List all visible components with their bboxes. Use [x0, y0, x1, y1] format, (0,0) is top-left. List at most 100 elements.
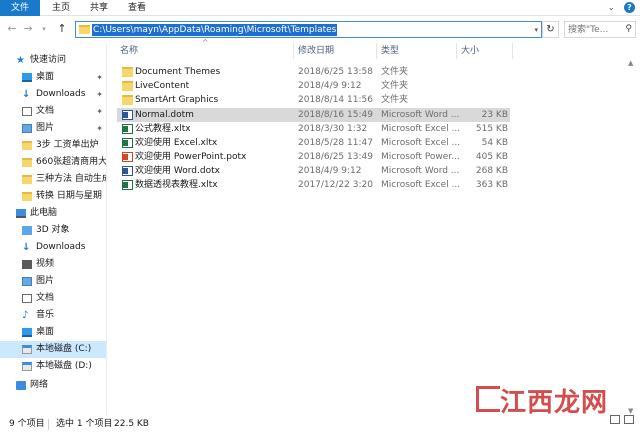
recent-locations-chevron-icon[interactable]: ▾	[37, 22, 51, 36]
expand-ribbon-chevron-icon[interactable]: ⌄	[608, 3, 618, 13]
watermark-logo: 江西龙网	[476, 380, 618, 420]
file-row[interactable]: 数据透视表教程.xltx 2017/12/22 3:20 Microsoft E…	[117, 178, 510, 192]
folder-icon	[122, 95, 133, 105]
nav-label: 网络	[30, 380, 49, 390]
file-date: 2018/8/14 11:56	[298, 95, 373, 105]
nav-label: Downloads	[36, 89, 86, 99]
column-header-date[interactable]: 修改日期	[298, 43, 334, 59]
nav-item-drive-d[interactable]: 本地磁盘 (D:)	[0, 358, 106, 375]
file-name: 欢迎使用 Excel.xltx	[135, 138, 218, 148]
file-row[interactable]: 欢迎使用 Excel.xltx 2018/5/28 11:47 Microsof…	[117, 136, 510, 150]
nav-item-folder[interactable]: 三种方法 自动生成	[0, 171, 106, 188]
details-view-icon[interactable]	[610, 415, 620, 424]
column-header-type[interactable]: 类型	[381, 43, 399, 59]
nav-this-pc[interactable]: 此电脑	[0, 205, 106, 222]
file-row[interactable]: 公式教程.xltx 2018/3/30 1:32 Microsoft Excel…	[117, 122, 510, 136]
folder-icon	[22, 175, 32, 184]
nav-label: 3步 工资单出炉	[36, 140, 99, 150]
file-date: 2018/4/9 9:12	[298, 81, 362, 91]
file-size: 23 KB	[481, 110, 508, 120]
tab-view[interactable]: 查看	[118, 0, 156, 16]
scroll-up-arrow-icon[interactable]: ▲	[628, 59, 633, 67]
up-arrow-icon[interactable]: ↑	[55, 22, 69, 36]
nav-item-folder[interactable]: 3步 工资单出炉	[0, 137, 106, 154]
star-icon: ★	[16, 55, 25, 66]
file-row[interactable]: 欢迎使用 Word.dotx 2018/4/9 9:12 Microsoft W…	[117, 164, 510, 178]
document-icon	[22, 107, 32, 116]
nav-label: 桌面	[36, 327, 55, 337]
download-arrow-icon: ↓	[22, 242, 31, 253]
excel-document-icon	[122, 180, 133, 190]
file-type: Microsoft Excel ...	[381, 180, 461, 190]
nav-item-3d-objects[interactable]: 3D 对象	[0, 222, 106, 239]
watermark-text: 江西龙网	[500, 388, 609, 418]
large-icons-view-icon[interactable]	[624, 415, 634, 424]
word-document-icon	[122, 166, 133, 176]
file-name: SmartArt Graphics	[135, 95, 219, 105]
file-name: LiveContent	[135, 81, 190, 91]
nav-label: 本地磁盘 (C:)	[36, 344, 92, 354]
file-type: Microsoft Excel ...	[381, 138, 461, 148]
column-header-size[interactable]: 大小	[461, 43, 479, 59]
tab-share[interactable]: 共享	[80, 0, 118, 16]
search-box[interactable]: ⚲	[564, 21, 636, 38]
file-date: 2018/6/25 13:49	[298, 152, 373, 162]
nav-item-desktop-pc[interactable]: 桌面	[0, 324, 106, 341]
pin-icon: ✦	[96, 90, 103, 99]
search-input[interactable]	[568, 23, 623, 36]
pictures-icon	[22, 277, 32, 286]
column-divider[interactable]	[512, 43, 513, 59]
address-dropdown-chevron-icon[interactable]: ▾	[534, 24, 538, 36]
nav-item-downloads[interactable]: ↓ Downloads ✦	[0, 86, 106, 103]
column-divider[interactable]	[376, 43, 377, 59]
nav-item-desktop[interactable]: 桌面 ✦	[0, 69, 106, 86]
file-type: Microsoft Power...	[381, 152, 460, 162]
tab-home[interactable]: 主页	[42, 0, 80, 16]
nav-item-music[interactable]: ♪ 音乐	[0, 307, 106, 324]
nav-item-folder[interactable]: 660张超清商用大图	[0, 154, 106, 171]
search-icon[interactable]: ⚲	[625, 23, 632, 36]
address-input[interactable]: C:\Users\mayn\AppData\Roaming\Microsoft\…	[75, 21, 542, 38]
forward-arrow-icon[interactable]: →	[21, 22, 35, 36]
nav-label: 3D 对象	[36, 225, 70, 235]
file-type: Microsoft Word ...	[381, 166, 460, 176]
nav-item-drive-c[interactable]: 本地磁盘 (C:)	[0, 341, 106, 358]
column-header-name[interactable]: 名称	[120, 43, 138, 59]
address-path-text[interactable]: C:\Users\mayn\AppData\Roaming\Microsoft\…	[92, 24, 338, 36]
file-size: 515 KB	[475, 124, 508, 134]
folder-icon	[22, 141, 32, 150]
nav-label: 视频	[36, 259, 55, 269]
scroll-down-arrow-icon[interactable]: ▼	[628, 407, 633, 415]
address-bar-row: ← → ▾ ↑ C:\Users\mayn\AppData\Roaming\Mi…	[0, 17, 640, 43]
vertical-scrollbar[interactable]: ▲ ▼	[626, 59, 638, 415]
folder-icon	[22, 192, 32, 201]
status-selected-size: 22.5 KB	[114, 419, 149, 429]
computer-icon	[16, 209, 26, 218]
status-selected-count: 选中 1 个项目	[56, 419, 113, 429]
nav-item-pictures[interactable]: 图片 ✦	[0, 120, 106, 137]
column-divider[interactable]	[456, 43, 457, 59]
folder-icon	[79, 25, 90, 34]
tab-file[interactable]: 文件	[0, 0, 40, 16]
nav-item-folder[interactable]: 转换 日期与星期	[0, 188, 106, 205]
nav-item-pictures-pc[interactable]: 图片	[0, 273, 106, 290]
nav-label: 音乐	[36, 310, 55, 320]
file-row[interactable]: LiveContent 2018/4/9 9:12 文件夹	[117, 79, 510, 93]
nav-label: 转换 日期与星期	[36, 191, 102, 201]
file-type: 文件夹	[381, 95, 409, 105]
file-row[interactable]: 欢迎使用 PowerPoint.potx 2018/6/25 13:49 Mic…	[117, 150, 510, 164]
nav-item-documents[interactable]: 文档 ✦	[0, 103, 106, 120]
nav-item-downloads-pc[interactable]: ↓ Downloads	[0, 239, 106, 256]
nav-item-documents-pc[interactable]: 文档	[0, 290, 106, 307]
file-row-selected[interactable]: Normal.dotm 2018/8/16 15:49 Microsoft Wo…	[117, 108, 510, 122]
refresh-icon[interactable]: ↻	[542, 21, 559, 38]
file-row[interactable]: Document Themes 2018/6/25 13:58 文件夹	[117, 65, 510, 79]
nav-item-videos[interactable]: 视频	[0, 256, 106, 273]
back-arrow-icon[interactable]: ←	[5, 22, 19, 36]
nav-quick-access[interactable]: ★ 快速访问	[0, 52, 106, 69]
nav-network[interactable]: 网络	[0, 377, 106, 394]
column-divider[interactable]	[293, 43, 294, 59]
file-row[interactable]: SmartArt Graphics 2018/8/14 11:56 文件夹	[117, 93, 510, 107]
help-icon[interactable]: ?	[624, 2, 635, 13]
drive-icon	[22, 345, 32, 354]
